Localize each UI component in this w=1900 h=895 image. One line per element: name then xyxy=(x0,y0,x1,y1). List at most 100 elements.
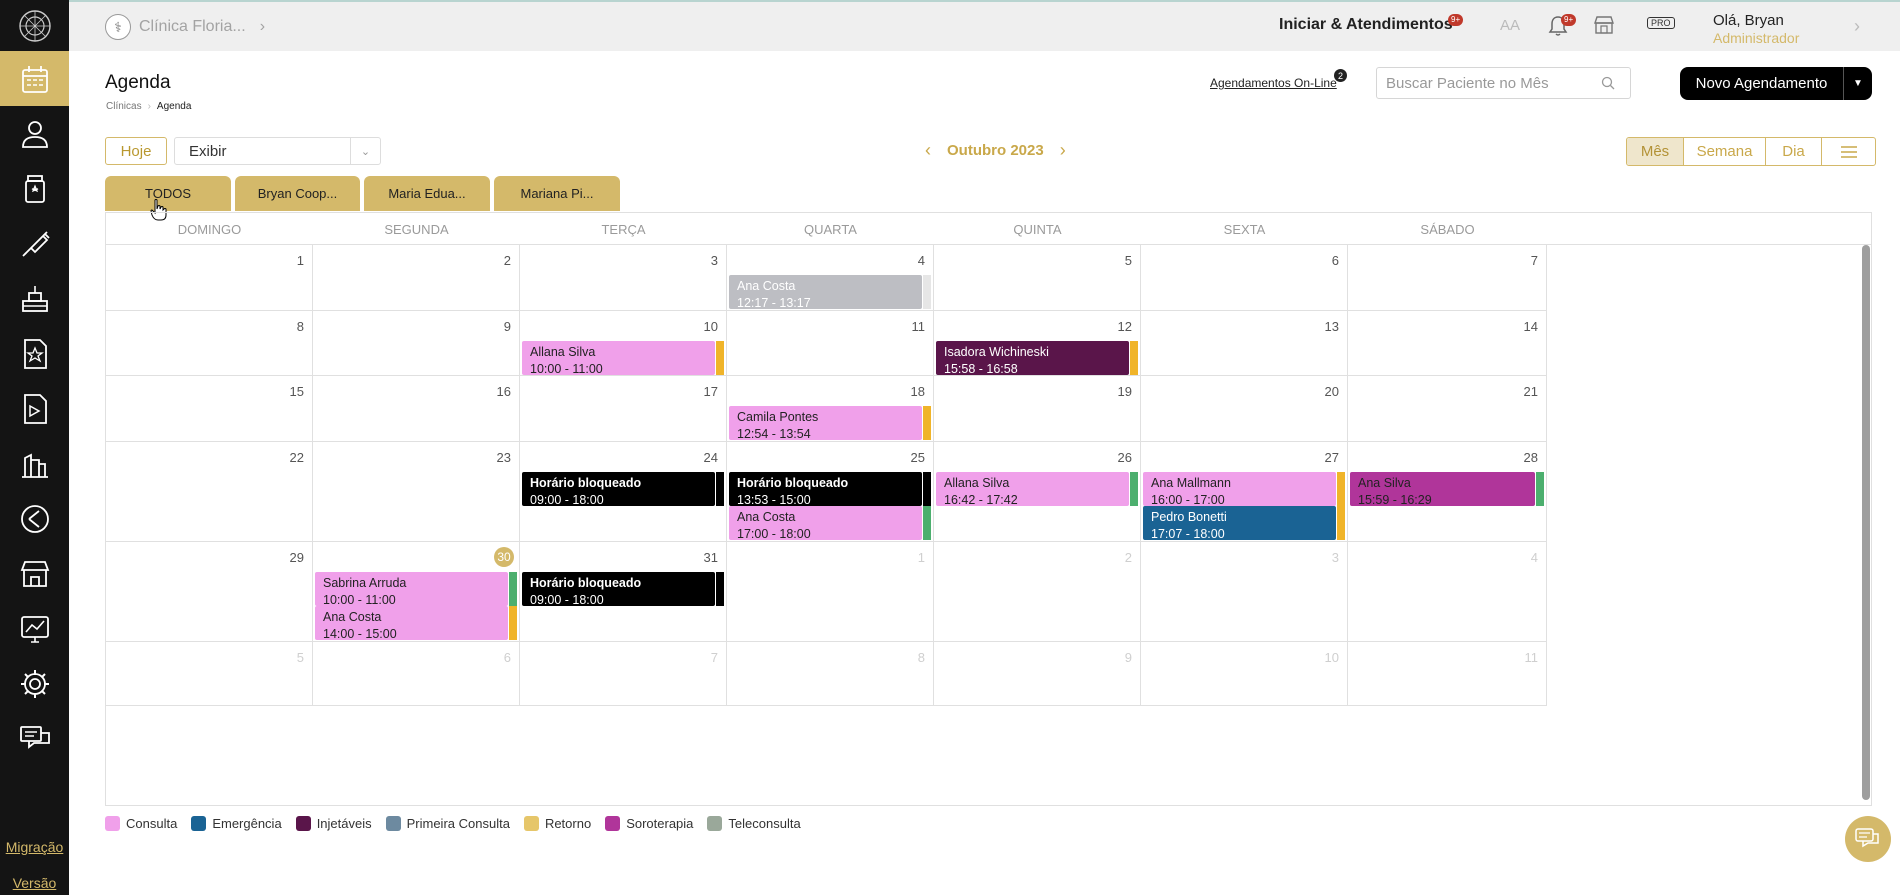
day-cell[interactable]: 17 xyxy=(520,376,727,442)
day-number: 4 xyxy=(917,253,925,268)
sidebar-item-gear[interactable] xyxy=(0,656,69,711)
day-cell[interactable]: 6 xyxy=(313,642,520,706)
day-cell[interactable]: 11 xyxy=(1348,642,1547,706)
view-month-button[interactable]: Mês xyxy=(1627,138,1683,165)
day-cell[interactable]: 5 xyxy=(106,642,313,706)
chevron-right-icon[interactable]: › xyxy=(1854,16,1860,37)
day-cell[interactable]: 23 xyxy=(313,442,520,542)
appointment-event[interactable]: Ana Costa 17:00 - 18:00 xyxy=(729,506,922,540)
tab-mariana[interactable]: Mariana Pi... xyxy=(494,176,620,211)
day-cell[interactable]: 7 xyxy=(520,642,727,706)
appointment-event[interactable]: Pedro Bonetti 17:07 - 18:00 xyxy=(1143,506,1336,540)
appointment-event[interactable]: Allana Silva 10:00 - 11:00 xyxy=(522,341,715,375)
sidebar-item-building[interactable] xyxy=(0,436,69,491)
appointment-event[interactable]: Ana Silva 15:59 - 16:29 xyxy=(1350,472,1535,506)
font-size-icon[interactable]: AA xyxy=(1500,17,1520,34)
day-cell[interactable]: 29 xyxy=(106,542,313,642)
clinic-selector[interactable]: ⚕ Clínica Floria... › xyxy=(105,14,265,40)
versao-link[interactable]: Versão xyxy=(0,875,69,891)
caret-down-icon[interactable]: ▼ xyxy=(1843,67,1872,100)
store-icon[interactable] xyxy=(1593,15,1615,35)
tab-todos[interactable]: TODOS xyxy=(105,176,231,211)
day-cell[interactable]: 6 xyxy=(1141,245,1348,311)
day-cell[interactable]: 7 xyxy=(1348,245,1547,311)
legend-swatch xyxy=(605,816,621,831)
pro-badge-icon[interactable]: PRO xyxy=(1647,17,1675,29)
day-cell[interactable]: 9 xyxy=(313,311,520,376)
sidebar-item-store[interactable] xyxy=(0,546,69,601)
sidebar-item-syringe[interactable] xyxy=(0,216,69,271)
appointment-event[interactable]: Ana Costa 14:00 - 15:00 xyxy=(315,606,508,640)
event-time: 09:00 - 18:00 xyxy=(530,593,604,606)
prev-month-icon[interactable]: ‹ xyxy=(925,140,931,161)
day-cell[interactable]: 8 xyxy=(727,642,934,706)
event-time: 10:00 - 11:00 xyxy=(530,362,603,375)
migracao-link[interactable]: Migração xyxy=(0,839,69,855)
appointment-event[interactable]: Ana Costa 12:17 - 13:17 xyxy=(729,275,922,309)
legend-swatch xyxy=(295,816,311,831)
appointment-event[interactable]: Isadora Wichineski 15:58 - 16:58 xyxy=(936,341,1129,375)
event-status-stripe xyxy=(1130,472,1138,506)
tab-bryan[interactable]: Bryan Coop... xyxy=(235,176,360,211)
tab-maria[interactable]: Maria Edua... xyxy=(364,176,490,211)
day-number: 4 xyxy=(1530,550,1538,565)
today-button[interactable]: Hoje xyxy=(105,137,167,165)
view-list-button[interactable] xyxy=(1821,138,1875,165)
day-cell[interactable]: 11 xyxy=(727,311,934,376)
day-cell[interactable]: 1 xyxy=(106,245,313,311)
event-title: Allana Silva xyxy=(944,476,1010,490)
chat-button[interactable] xyxy=(1845,816,1891,862)
day-cell[interactable]: 10 xyxy=(1141,642,1348,706)
day-cell[interactable]: 16 xyxy=(313,376,520,442)
day-cell[interactable]: 2 xyxy=(313,245,520,311)
exibir-select[interactable]: Exibir ⌄ xyxy=(174,137,381,165)
new-appointment-button[interactable]: Novo Agendamento ▼ xyxy=(1680,67,1872,100)
day-cell[interactable]: 2 xyxy=(934,542,1141,642)
sidebar-item-patient[interactable] xyxy=(0,106,69,161)
appointment-event[interactable]: Allana Silva 16:42 - 17:42 xyxy=(936,472,1129,506)
new-appointment-label: Novo Agendamento xyxy=(1695,75,1828,92)
appointment-event[interactable]: Horário bloqueado 13:53 - 15:00 xyxy=(729,472,922,506)
event-title: Horário bloqueado xyxy=(530,576,642,590)
appointment-event[interactable]: Sabrina Arruda 10:00 - 11:00 xyxy=(315,572,508,606)
appointment-event[interactable]: Camila Pontes 12:54 - 13:54 xyxy=(729,406,922,440)
day-cell[interactable]: 20 xyxy=(1141,376,1348,442)
appointment-event[interactable]: Horário bloqueado 09:00 - 18:00 xyxy=(522,472,715,506)
day-cell[interactable]: 14 xyxy=(1348,311,1547,376)
sidebar-item-procedures[interactable] xyxy=(0,271,69,326)
day-cell[interactable]: 21 xyxy=(1348,376,1547,442)
sidebar-item-chat[interactable] xyxy=(0,711,69,766)
day-cell[interactable]: 13 xyxy=(1141,311,1348,376)
day-cell[interactable]: 8 xyxy=(106,311,313,376)
day-cell[interactable]: 3 xyxy=(1141,542,1348,642)
appointment-event[interactable]: Horário bloqueado 09:00 - 18:00 xyxy=(522,572,715,606)
view-day-button[interactable]: Dia xyxy=(1765,138,1821,165)
user-greeting[interactable]: Olá, Bryan xyxy=(1713,12,1784,29)
calendar-scrollbar[interactable] xyxy=(1862,245,1870,800)
logo-icon xyxy=(18,9,51,42)
appointment-event[interactable]: Ana Mallmann 16:00 - 17:00 xyxy=(1143,472,1336,506)
next-month-icon[interactable]: › xyxy=(1060,140,1066,161)
legend-swatch xyxy=(385,816,401,831)
search-input[interactable] xyxy=(1386,74,1601,92)
day-cell[interactable]: 5 xyxy=(934,245,1141,311)
sidebar-item-report[interactable] xyxy=(0,381,69,436)
sidebar-item-medicine-bottle[interactable] xyxy=(0,161,69,216)
sidebar-item-certificate[interactable] xyxy=(0,326,69,381)
sidebar-item-calendar[interactable] xyxy=(0,51,69,106)
sidebar-item-finance[interactable] xyxy=(0,601,69,656)
day-cell[interactable]: 15 xyxy=(106,376,313,442)
sidebar-item-chart-arrow[interactable] xyxy=(0,491,69,546)
day-cell[interactable]: 1 xyxy=(727,542,934,642)
search-icon[interactable] xyxy=(1601,76,1615,90)
iniciar-atendimentos-link[interactable]: Iniciar & Atendimentos xyxy=(1279,16,1453,34)
agendamentos-online-link[interactable]: Agendamentos On-Line xyxy=(1210,76,1337,90)
day-cell[interactable]: 19 xyxy=(934,376,1141,442)
app-logo[interactable] xyxy=(0,0,69,51)
view-week-button[interactable]: Semana xyxy=(1683,138,1765,165)
breadcrumb-clinicas[interactable]: Clínicas xyxy=(106,101,142,112)
day-cell[interactable]: 3 xyxy=(520,245,727,311)
day-cell[interactable]: 9 xyxy=(934,642,1141,706)
day-cell[interactable]: 22 xyxy=(106,442,313,542)
day-cell[interactable]: 4 xyxy=(1348,542,1547,642)
